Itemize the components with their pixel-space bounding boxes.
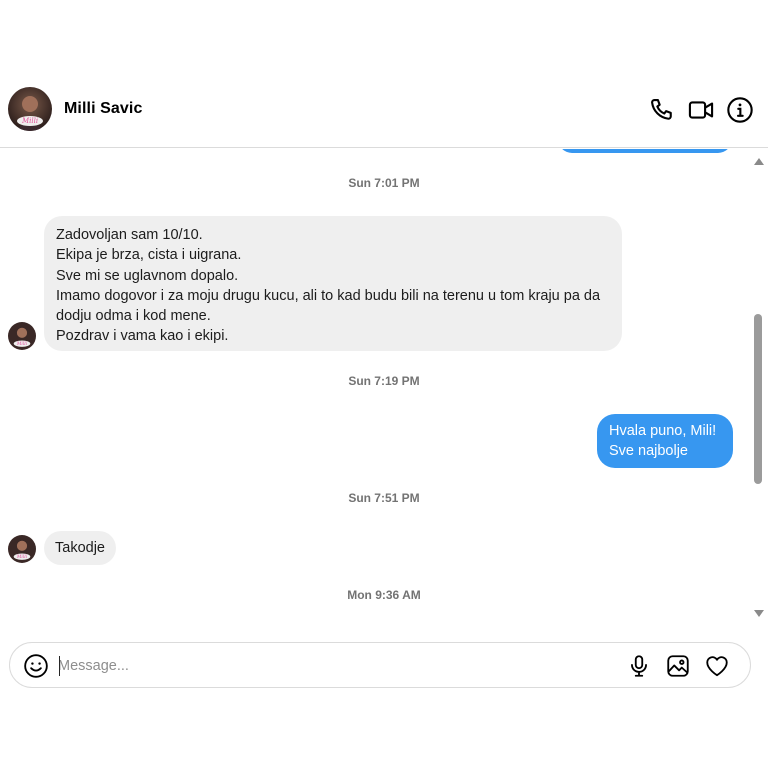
- emoji-icon[interactable]: [23, 653, 49, 679]
- incoming-message-bubble[interactable]: Takodje: [44, 531, 116, 565]
- message-thread[interactable]: Sun 7:01 PM Zadovoljan sam 10/10. Ekipa …: [0, 149, 768, 619]
- previous-outgoing-bubble: [558, 149, 732, 153]
- contact-name[interactable]: Milli Savic: [64, 100, 142, 118]
- contact-avatar-small[interactable]: Milli: [8, 535, 36, 563]
- message-input[interactable]: [58, 653, 598, 679]
- scroll-up-arrow[interactable]: [754, 158, 764, 165]
- heart-icon[interactable]: [704, 653, 730, 679]
- outgoing-message-bubble[interactable]: Hvala puno, Mili! Sve najbolje: [597, 414, 733, 468]
- timestamp: Sun 7:01 PM: [348, 176, 420, 190]
- image-icon[interactable]: [665, 653, 691, 679]
- video-call-icon[interactable]: [687, 96, 715, 124]
- contact-avatar-small[interactable]: Milli: [8, 322, 36, 350]
- info-icon[interactable]: [726, 96, 754, 124]
- svg-text:Milli: Milli: [21, 117, 38, 125]
- microphone-icon[interactable]: [626, 653, 652, 679]
- timestamp: Mon 9:36 AM: [347, 588, 421, 602]
- timestamp: Sun 7:19 PM: [348, 374, 420, 388]
- contact-avatar[interactable]: Milli: [8, 87, 52, 131]
- svg-text:Milli: Milli: [16, 555, 28, 560]
- chat-header: Milli Milli Savic: [0, 72, 768, 148]
- scroll-down-arrow[interactable]: [754, 610, 764, 617]
- timestamp: Sun 7:51 PM: [348, 491, 420, 505]
- thread-scrollbar[interactable]: [750, 152, 768, 620]
- svg-text:Milli: Milli: [16, 342, 28, 347]
- scroll-thumb[interactable]: [754, 314, 762, 484]
- incoming-message-bubble[interactable]: Zadovoljan sam 10/10. Ekipa je brza, cis…: [44, 216, 622, 351]
- text-caret: [59, 656, 60, 676]
- message-composer: [9, 642, 751, 688]
- phone-icon[interactable]: [648, 96, 676, 124]
